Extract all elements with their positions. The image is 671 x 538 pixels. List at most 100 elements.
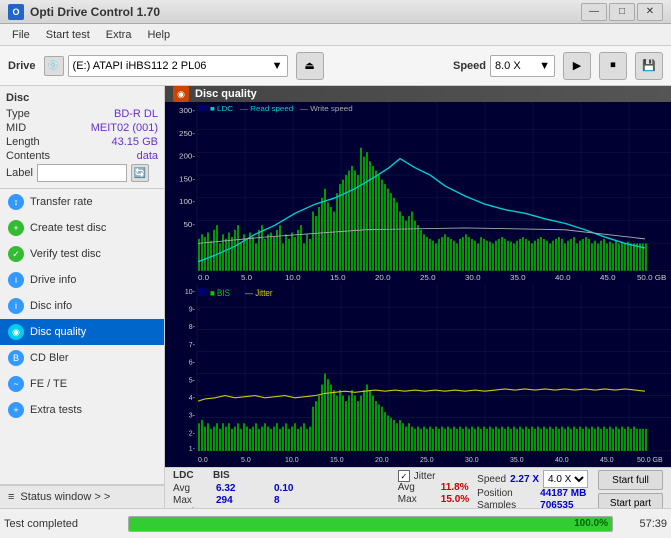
svg-text:250-: 250- (179, 129, 195, 138)
disc-info-label: Disc info (30, 300, 72, 312)
disc-quality-header: ◉ Disc quality (165, 86, 671, 102)
disc-quality-label: Disc quality (30, 326, 86, 338)
sidebar-item-fe-te[interactable]: ~ FE / TE (0, 371, 164, 397)
samples-row: Samples 706535 (477, 500, 588, 508)
svg-text:200-: 200- (179, 152, 195, 161)
speed-select-dropdown[interactable]: 4.0 X 8.0 X (543, 470, 588, 488)
speed-dropdown[interactable]: 8.0 X ▼ (490, 55, 555, 77)
disc-label-input[interactable] (37, 164, 127, 182)
ldc-avg-val: 6.32 (216, 483, 266, 494)
sidebar-item-cd-bler[interactable]: B CD Bler (0, 345, 164, 371)
svg-text:■ LDC: ■ LDC (210, 104, 234, 113)
disc-type-val: BD-R DL (114, 108, 158, 120)
jitter-avg-val: 11.8% (441, 482, 469, 493)
verify-test-disc-icon: ✓ (8, 246, 24, 262)
jitter-stats-col: ✓ Jitter Avg 11.8% Max 15.0% (390, 470, 477, 506)
svg-text:35.0: 35.0 (510, 273, 526, 282)
svg-text:50.0 GB: 50.0 GB (637, 454, 663, 463)
speed-section: Speed 8.0 X ▼ (453, 55, 555, 77)
play-button[interactable]: ▶ (563, 52, 591, 80)
svg-text:5-: 5- (189, 374, 196, 383)
avg-row: Avg 6.32 0.10 (173, 483, 390, 494)
svg-text:30.0: 30.0 (465, 273, 481, 282)
stop-button[interactable]: ⏹ (599, 52, 627, 80)
create-test-disc-label: Create test disc (30, 222, 106, 234)
sidebar-item-disc-info[interactable]: i Disc info (0, 293, 164, 319)
status-window-label: Status window > > (20, 491, 110, 503)
menu-help[interactable]: Help (139, 27, 178, 43)
drive-icon: 💿 (44, 56, 64, 76)
svg-text:25.0: 25.0 (420, 273, 436, 282)
disc-quality-header-title: Disc quality (195, 88, 257, 100)
sidebar-item-verify-test-disc[interactable]: ✓ Verify test disc (0, 241, 164, 267)
app-icon: O (8, 4, 24, 20)
jitter-avg-label: Avg (398, 482, 433, 493)
speed-stat-row: Speed 2.27 X 4.0 X 8.0 X (477, 470, 588, 488)
sidebar-item-transfer-rate[interactable]: ↕ Transfer rate (0, 189, 164, 215)
svg-text:150-: 150- (179, 175, 195, 184)
drive-info-label: Drive info (30, 274, 76, 286)
main-content: Disc Type BD-R DL MID MEIT02 (001) Lengt… (0, 86, 671, 508)
menu-extra[interactable]: Extra (98, 27, 140, 43)
create-test-disc-icon: + (8, 220, 24, 236)
minimize-button[interactable]: — (581, 3, 607, 21)
ldc-stats-col: LDC BIS Avg 6.32 0.10 Max 294 8 Total 44… (173, 470, 390, 508)
svg-text:1-: 1- (189, 443, 196, 452)
svg-text:20.0: 20.0 (375, 273, 391, 282)
nav-items: ↕ Transfer rate + Create test disc ✓ Ver… (0, 189, 164, 484)
sidebar: Disc Type BD-R DL MID MEIT02 (001) Lengt… (0, 86, 165, 508)
transfer-rate-label: Transfer rate (30, 196, 93, 208)
sidebar-item-extra-tests[interactable]: + Extra tests (0, 397, 164, 423)
drive-label: Drive (8, 60, 36, 72)
jitter-checkbox[interactable]: ✓ (398, 470, 410, 482)
menu-file[interactable]: File (4, 27, 38, 43)
svg-text:30.0: 30.0 (465, 454, 479, 463)
sidebar-item-drive-info[interactable]: i Drive info (0, 267, 164, 293)
jitter-checkbox-row: ✓ Jitter (398, 470, 469, 482)
svg-text:0.0: 0.0 (198, 454, 208, 463)
transfer-rate-icon: ↕ (8, 194, 24, 210)
disc-label-refresh-button[interactable]: 🔄 (131, 164, 149, 182)
bis-max-val: 8 (274, 495, 314, 506)
jitter-max-val: 15.0% (441, 494, 469, 505)
svg-text:50.0 GB: 50.0 GB (637, 273, 666, 282)
drive-dropdown[interactable]: (E:) ATAPI iHBS112 2 PL06 ▼ (68, 55, 288, 77)
status-window-button[interactable]: ≡ Status window > > (0, 485, 164, 508)
sidebar-item-create-test-disc[interactable]: + Create test disc (0, 215, 164, 241)
title-bar-controls: — □ ✕ (581, 3, 663, 21)
samples-label: Samples (477, 500, 532, 508)
progress-bar: 100.0% (128, 516, 613, 532)
speed-stat-label: Speed (477, 474, 506, 485)
total-row: Total 4466321 72904 (173, 507, 390, 508)
cd-bler-label: CD Bler (30, 352, 69, 364)
svg-text:10-: 10- (185, 286, 196, 295)
close-button[interactable]: ✕ (637, 3, 663, 21)
ldc-total-val: 4466321 (216, 507, 266, 508)
svg-text:8-: 8- (189, 321, 196, 330)
total-label: Total (173, 507, 208, 508)
eject-button[interactable]: ⏏ (296, 52, 324, 80)
save-button[interactable]: 💾 (635, 52, 663, 80)
right-stats-area: Speed 2.27 X 4.0 X 8.0 X Position 44187 … (477, 470, 663, 508)
svg-text:20.0: 20.0 (375, 454, 389, 463)
sidebar-item-disc-quality[interactable]: ◉ Disc quality (0, 319, 164, 345)
speed-val: 2.27 X (510, 474, 539, 485)
status-time: 57:39 (617, 518, 667, 530)
start-full-button[interactable]: Start full (598, 470, 663, 490)
verify-test-disc-label: Verify test disc (30, 248, 101, 260)
bottom-chart-container: 10- 9- 8- 7- 6- 5- 4- 3- 2- 1- 20% 16% 1… (165, 285, 671, 468)
bis-avg-val: 0.10 (274, 483, 314, 494)
disc-contents-key: Contents (6, 150, 50, 162)
position-val: 44187 MB (540, 488, 586, 499)
start-part-button[interactable]: Start part (598, 493, 663, 508)
svg-text:100-: 100- (179, 198, 195, 207)
menu-start-test[interactable]: Start test (38, 27, 98, 43)
extra-tests-label: Extra tests (30, 404, 82, 416)
disc-quality-icon: ◉ (8, 324, 24, 340)
disc-mid-key: MID (6, 122, 26, 134)
disc-mid-val: MEIT02 (001) (91, 122, 158, 134)
title-bar-left: O Opti Drive Control 1.70 (8, 4, 160, 20)
app-title: Opti Drive Control 1.70 (30, 5, 160, 19)
disc-label-key: Label (6, 167, 33, 179)
maximize-button[interactable]: □ (609, 3, 635, 21)
